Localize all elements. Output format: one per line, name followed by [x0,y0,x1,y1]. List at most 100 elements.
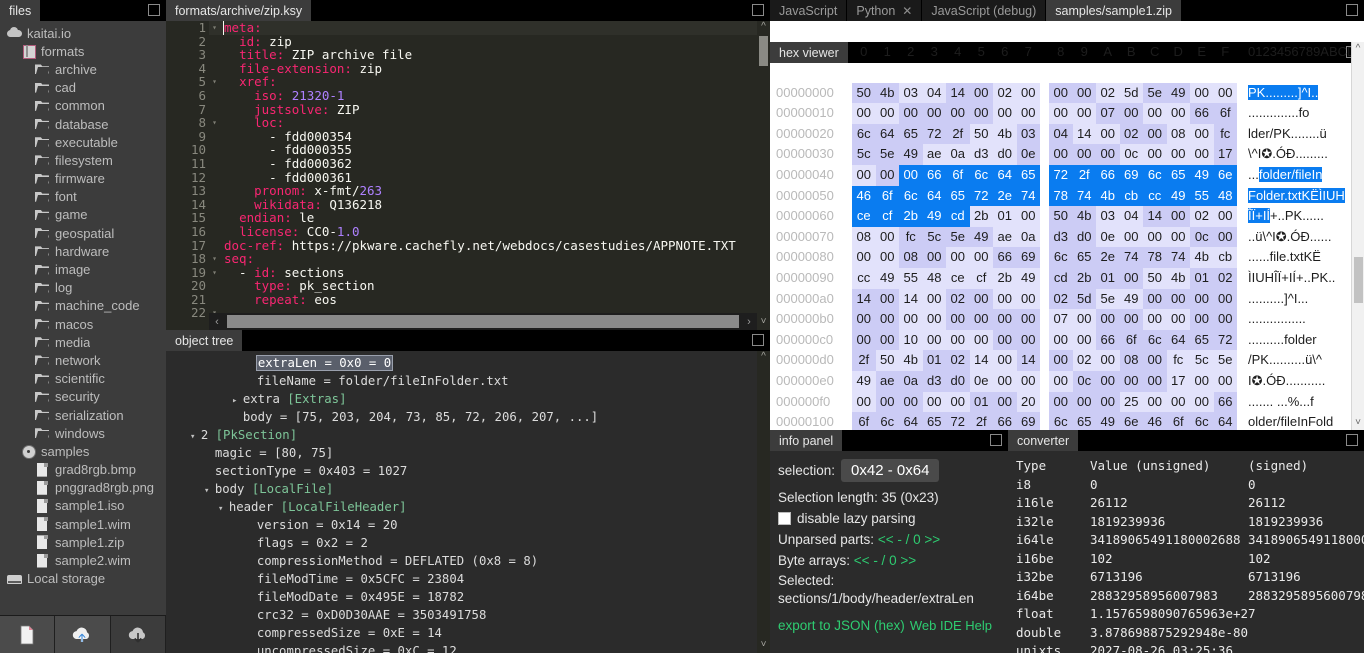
hex-byte[interactable]: 46 [1143,412,1167,430]
export-to-json-link[interactable]: export to JSON (hex) [778,616,905,635]
tree-item[interactable]: pnggrad8rgb.png [0,479,166,497]
hex-byte[interactable]: 00 [1016,288,1040,310]
hex-byte[interactable]: 2e [993,185,1017,207]
hex-byte[interactable]: 07 [1049,309,1073,330]
tree-node[interactable]: fileName = folder/fileInFolder.txt [166,372,757,390]
objtree-maximize-icon[interactable] [752,334,764,346]
hex-byte[interactable]: 20 [1016,391,1040,413]
code-line[interactable]: 20 type: pk_section [166,279,770,293]
hex-byte[interactable]: 00 [852,164,876,186]
tree-item[interactable]: grad8rgb.bmp [0,461,166,479]
hex-byte[interactable]: 17 [1213,144,1237,165]
hex-byte[interactable]: 65 [1016,164,1040,186]
tree-node[interactable]: ▾ 2 [PkSection] [166,426,757,444]
tree-node[interactable]: extraLen = 0x0 = 0 [166,354,757,372]
hex-byte[interactable]: 00 [1143,103,1167,124]
hex-byte[interactable]: 72 [1213,329,1237,351]
hex-byte[interactable]: 6c [1049,412,1073,430]
hex-byte[interactable]: 08 [1119,350,1143,371]
tree-item[interactable]: database [0,115,166,133]
hex-byte[interactable]: 5d [1072,288,1096,310]
hex-byte[interactable]: 00 [1213,226,1237,248]
tree-item[interactable]: macos [0,315,166,333]
hex-byte[interactable]: 00 [899,164,923,186]
hex-byte[interactable]: 00 [1213,206,1237,227]
object-tree-list[interactable]: extraLen = 0x0 = 0 fileName = folder/fil… [166,351,757,653]
objtree-scroll-up-icon[interactable]: ^ [761,351,766,363]
hex-byte[interactable]: 00 [1190,370,1214,392]
hex-byte[interactable]: 08 [1166,123,1190,145]
tab-zip-ksy[interactable]: formats/archive/zip.ksy [166,0,313,21]
tree-item[interactable]: cad [0,79,166,97]
hex-byte[interactable]: 00 [852,391,876,413]
hex-byte[interactable]: 65 [899,123,923,145]
hex-byte[interactable]: 50 [852,82,876,104]
hex-byte[interactable]: d3 [969,144,993,165]
info-maximize-icon[interactable] [990,434,1002,446]
code-line[interactable]: 11 - fdd000362 [166,157,770,171]
hex-byte[interactable]: 02 [1049,288,1073,310]
hex-byte[interactable]: 00 [1016,370,1040,392]
hex-byte[interactable]: 00 [946,391,970,413]
code-line[interactable]: 21 repeat: eos [166,293,770,307]
hex-byte[interactable]: 4b [993,123,1017,145]
ksy-code-area[interactable]: 1 ▾ meta: 2 id: zip 3 title: ZIP archive fil… [166,21,770,330]
hex-byte[interactable]: 00 [1049,350,1073,371]
tab-info-panel[interactable]: info panel [770,430,844,451]
tree-item[interactable]: font [0,188,166,206]
hex-byte[interactable]: 00 [1072,309,1096,330]
hex-ascii[interactable]: \^I✪.ÓÐ......... [1248,144,1328,165]
hex-byte[interactable]: 01 [1096,267,1120,289]
code-line[interactable]: 2 id: zip [166,34,770,49]
hex-vertical-scrollbar[interactable]: ^ ˅ [1351,42,1364,430]
hex-byte[interactable]: 5e [946,226,970,248]
hex-byte[interactable]: 01 [969,391,993,413]
hex-byte[interactable]: cc [852,267,876,289]
hex-byte[interactable]: 49 [969,226,993,248]
hex-byte[interactable]: 00 [875,226,899,248]
hex-byte[interactable]: 00 [993,391,1017,413]
hex-byte[interactable]: 01 [993,206,1017,227]
hex-byte[interactable]: 00 [852,329,876,351]
hex-byte[interactable]: 00 [1166,309,1190,330]
code-line[interactable]: 5 ▾ xref: [166,75,770,89]
fold-toggle-icon[interactable]: ▾ [209,266,220,280]
tree-item[interactable]: serialization [0,406,166,424]
editor-scroll-up-icon[interactable]: ^ [761,21,766,33]
hex-byte[interactable]: 02 [1096,82,1120,104]
fold-toggle-icon[interactable]: ▾ [209,21,220,35]
hex-byte[interactable]: 00 [1213,370,1237,392]
hex-byte[interactable]: d0 [946,370,970,392]
editor-horizontal-scrollbar[interactable]: ‹ › [209,313,757,330]
hex-byte[interactable]: 02 [1213,267,1237,289]
tree-item[interactable]: log [0,279,166,297]
code-line[interactable]: 15 endian: le [166,211,770,225]
hex-byte[interactable]: 07 [1096,103,1120,124]
unparsed-parts-value[interactable]: << - / 0 >> [878,532,940,547]
hex-row[interactable]: 000000d0 2f 50 4b 01 02 14 00 14 00 02 00 08 00 fc 5c 5… [770,350,1351,371]
hex-ascii[interactable]: PK.........]^I.. [1248,83,1319,104]
hex-byte[interactable]: 49 [852,370,876,392]
hex-byte[interactable]: 74 [1166,247,1190,268]
hex-byte[interactable]: 0a [1016,226,1040,248]
hex-byte[interactable]: 00 [852,103,876,124]
hex-ascii[interactable]: /PK..........ü\^ [1248,350,1322,371]
hex-byte[interactable]: 49 [1096,412,1120,430]
hex-byte[interactable]: 00 [875,103,899,124]
hex-byte[interactable]: 0a [899,370,923,392]
tree-item[interactable]: sample1.wim [0,515,166,533]
hex-byte[interactable]: 02 [1072,350,1096,371]
hex-row[interactable]: 000000a0 14 00 14 00 02 00 00 00 02 5d 5e 49 00 00 00 0… [770,288,1351,310]
hex-byte[interactable]: 65 [946,185,970,207]
hex-byte[interactable]: 5e [875,144,899,165]
hex-byte[interactable]: 5c [1190,350,1214,371]
tree-item[interactable]: formats [0,42,166,60]
hex-byte[interactable]: 03 [1016,123,1040,145]
hex-byte[interactable]: 00 [875,309,899,330]
hex-byte[interactable]: 74 [1072,185,1096,207]
hex-byte[interactable]: 49 [1166,82,1190,104]
hex-byte[interactable]: 00 [1072,391,1096,413]
hex-byte[interactable]: 66 [1096,329,1120,351]
hex-byte[interactable]: cb [1213,247,1237,268]
editor-scroll-thumb[interactable] [759,36,768,66]
